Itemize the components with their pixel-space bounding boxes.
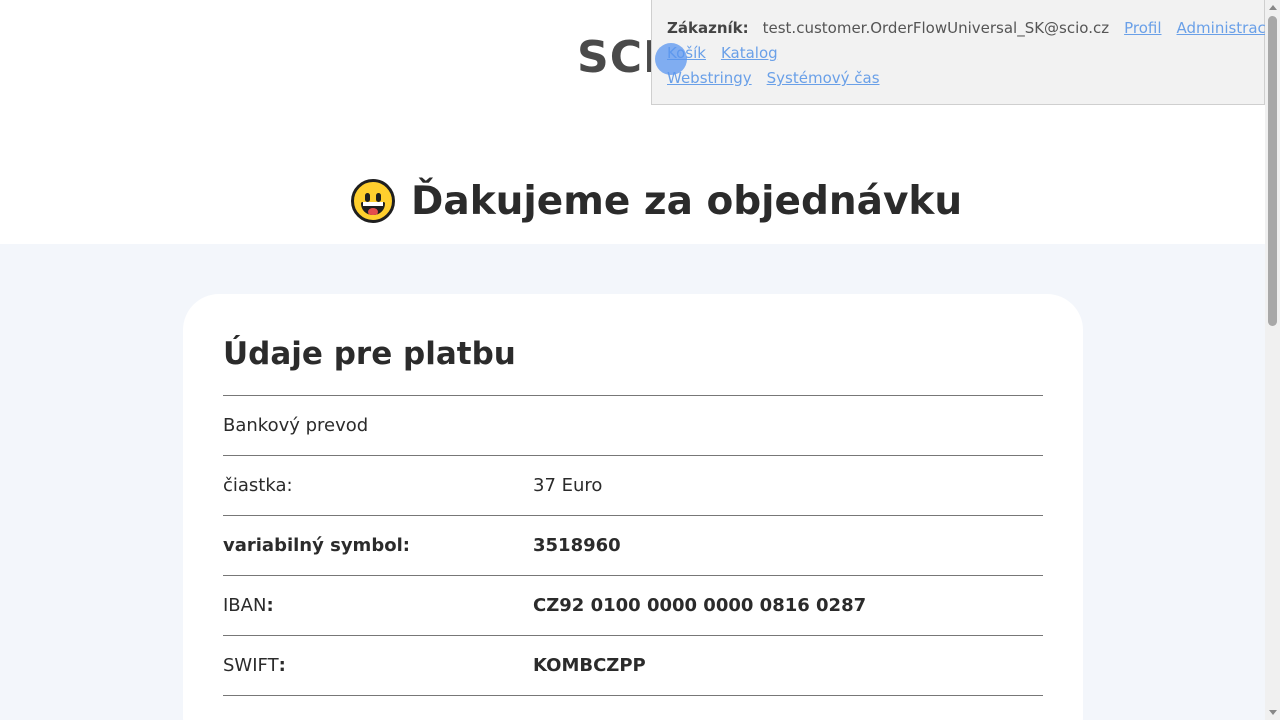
profile-link[interactable]: Profil bbox=[1124, 16, 1161, 41]
variable-symbol-label: variabilný symbol: bbox=[223, 535, 410, 556]
system-time-link[interactable]: Systémový čas bbox=[767, 66, 880, 91]
payment-heading: Údaje pre platbu bbox=[223, 336, 516, 372]
admin-link[interactable]: Administrace bbox=[1177, 16, 1276, 41]
table-row: variabilný symbol: 3518960 bbox=[223, 516, 1043, 576]
table-row: SWIFT: KOMBCZPP bbox=[223, 636, 1043, 696]
payment-method: Bankový prevod bbox=[223, 415, 369, 436]
customer-label: Zákazník: bbox=[667, 19, 749, 37]
swift-label: SWIFT: bbox=[223, 655, 286, 676]
cart-link[interactable]: Košík bbox=[667, 41, 706, 66]
table-row: IBAN: CZ92 0100 0000 0000 0816 0287 bbox=[223, 576, 1043, 636]
variable-symbol-value: 3518960 bbox=[533, 535, 621, 556]
scio-logo[interactable]: SCI bbox=[577, 32, 660, 83]
scroll-down-arrow-icon[interactable] bbox=[1269, 710, 1277, 715]
iban-label: IBAN: bbox=[223, 595, 274, 616]
amount-value: 37 Euro bbox=[533, 475, 603, 496]
page-title: Ďakujeme za objednávku bbox=[411, 178, 963, 224]
webstrings-link[interactable]: Webstringy bbox=[667, 66, 752, 91]
table-row: čiastka: 37 Euro bbox=[223, 456, 1043, 516]
scrollbar-thumb[interactable] bbox=[1268, 16, 1277, 326]
customer-email: test.customer.OrderFlowUniversal_SK@scio… bbox=[762, 19, 1110, 37]
vertical-scrollbar[interactable] bbox=[1265, 0, 1280, 720]
catalog-link[interactable]: Katalog bbox=[721, 41, 778, 66]
scroll-up-arrow-icon[interactable] bbox=[1269, 5, 1277, 10]
swift-value: KOMBCZPP bbox=[533, 655, 646, 676]
iban-value: CZ92 0100 0000 0000 0816 0287 bbox=[533, 595, 867, 616]
payment-card: Údaje pre platbu Bankový prevod čiastka:… bbox=[183, 294, 1083, 720]
thank-you-headline: Ďakujeme za objednávku bbox=[351, 176, 962, 226]
grinning-face-icon bbox=[351, 179, 395, 223]
payment-table: Bankový prevod čiastka: 37 Euro variabil… bbox=[223, 395, 1043, 696]
dev-toolbar: Zákazník: test.customer.OrderFlowUnivers… bbox=[651, 0, 1275, 105]
amount-label: čiastka: bbox=[223, 475, 293, 496]
payment-method-row: Bankový prevod bbox=[223, 396, 1043, 456]
